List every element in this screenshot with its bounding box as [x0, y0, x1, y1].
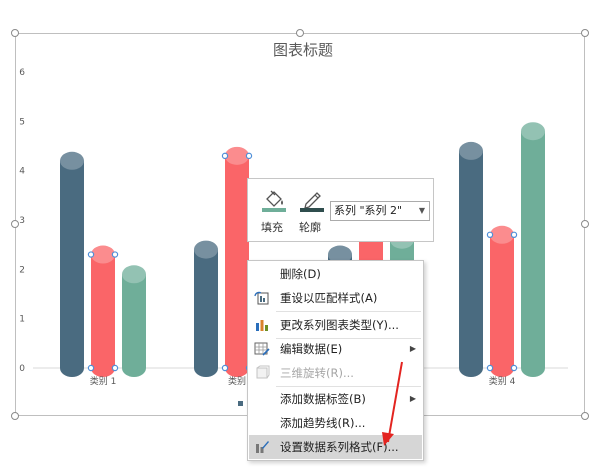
- menu-item-change-chart-type[interactable]: 更改系列图表类型(Y)...: [249, 313, 422, 337]
- resize-handle-tr[interactable]: [581, 29, 589, 37]
- menu-item-3d-rotation: 三维旋转(R)...: [249, 361, 422, 385]
- outline-button[interactable]: 轮廓: [292, 183, 328, 239]
- format-series-icon: [256, 441, 269, 453]
- series-select-value: 系列 "系列 2": [334, 204, 403, 217]
- menu-item-add-trendline[interactable]: 添加趋势线(R)...: [249, 411, 422, 435]
- menu-item-label: 添加趋势线(R)...: [280, 416, 366, 430]
- resize-handle-bl[interactable]: [11, 412, 19, 420]
- resize-handle-mr[interactable]: [581, 220, 589, 228]
- resize-handle-tl[interactable]: [11, 29, 19, 37]
- menu-item-format-data-series[interactable]: 设置数据系列格式(F)...: [249, 435, 422, 459]
- fill-button[interactable]: 填充: [254, 183, 290, 239]
- resize-handle-ml[interactable]: [11, 220, 19, 228]
- submenu-arrow-icon: ▶: [409, 344, 416, 353]
- edit-data-icon: [254, 342, 270, 356]
- menu-item-label: 更改系列图表类型(Y)...: [280, 318, 399, 332]
- menu-item-label: 三维旋转(R)...: [280, 366, 354, 380]
- menu-separator: [276, 311, 421, 312]
- menu-item-label: 编辑数据(E): [280, 342, 343, 356]
- menu-item-reset-style[interactable]: 重设以匹配样式(A): [249, 286, 422, 310]
- dropdown-arrow-icon: ▼: [418, 206, 425, 215]
- outline-label: 轮廓: [299, 221, 321, 234]
- chart-type-icon: [256, 320, 268, 331]
- pen-outline-icon: [300, 192, 324, 212]
- rotate-3d-icon: [256, 365, 270, 379]
- resize-handle-br[interactable]: [581, 412, 589, 420]
- resize-handle-tm[interactable]: [296, 29, 304, 37]
- fill-bucket-icon: [262, 190, 286, 212]
- mini-toolbar: 填充 轮廓 系列 "系列 2" ▼: [247, 178, 434, 242]
- menu-item-edit-data[interactable]: 编辑数据(E) ▶: [249, 337, 422, 361]
- menu-item-add-data-labels[interactable]: 添加数据标签(B) ▶: [249, 387, 422, 411]
- fill-label: 填充: [261, 221, 283, 234]
- menu-item-delete[interactable]: 删除(D): [249, 262, 422, 286]
- menu-item-label: 设置数据系列格式(F)...: [280, 440, 399, 454]
- menu-item-label: 删除(D): [280, 267, 321, 281]
- series-select[interactable]: 系列 "系列 2" ▼: [330, 201, 430, 221]
- menu-item-label: 添加数据标签(B): [280, 392, 366, 406]
- submenu-arrow-icon: ▶: [409, 394, 416, 403]
- context-menu: 删除(D) 重设以匹配样式(A) 更改系列图表类型(Y)... 编辑数据(E) …: [247, 260, 424, 461]
- menu-item-label: 重设以匹配样式(A): [280, 291, 378, 305]
- reset-style-icon: [254, 291, 269, 305]
